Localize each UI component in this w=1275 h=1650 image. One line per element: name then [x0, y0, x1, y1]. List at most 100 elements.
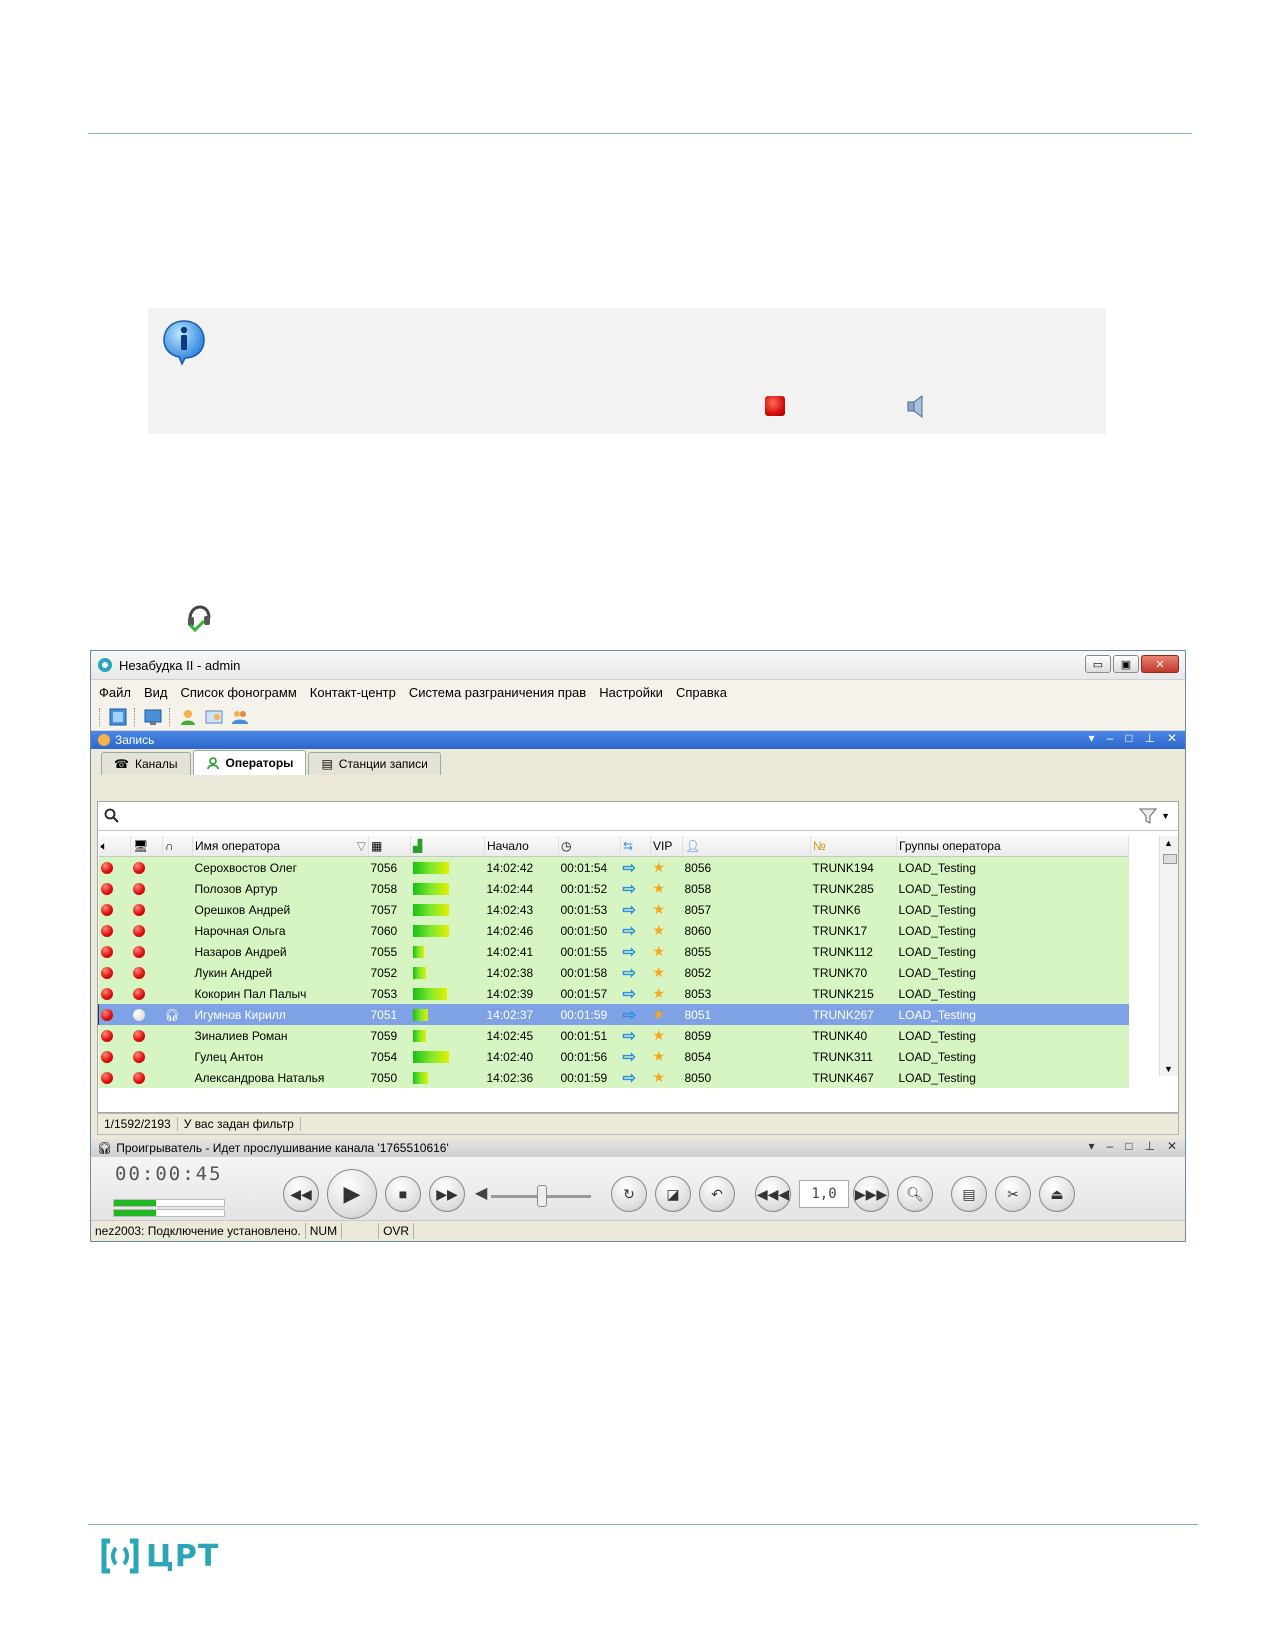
channels-view-icon[interactable]: [108, 707, 128, 727]
table-row[interactable]: Орешков Андрей 7057 14:02:43 00:01:53 ⇨ ★ 8057…: [98, 899, 1129, 920]
dock-float-icon[interactable]: □: [1125, 731, 1132, 745]
scroll-up-icon[interactable]: ▲: [1164, 838, 1173, 848]
fast-forward-button[interactable]: ▶▶: [429, 1176, 465, 1212]
listen-cell[interactable]: [162, 878, 193, 899]
headset-icon[interactable]: 🎧︎: [162, 1004, 193, 1025]
scroll-down-icon[interactable]: ▼: [1164, 1064, 1173, 1074]
player-float-icon[interactable]: □: [1125, 1139, 1132, 1153]
player-menu-icon[interactable]: ▾: [1089, 1139, 1095, 1153]
menu-view[interactable]: Вид: [144, 685, 168, 700]
col-operator-name-header[interactable]: Имя оператора ▽: [192, 836, 369, 857]
volume-slider-knob[interactable]: [537, 1185, 547, 1207]
recording-status-icon[interactable]: [98, 983, 131, 1004]
table-row[interactable]: Полозов Артур 7058 14:02:44 00:01:52 ⇨ ★ 8058 T…: [98, 878, 1129, 899]
col-monitor-header[interactable]: 🖥︎: [130, 836, 163, 857]
recording-status-icon[interactable]: [98, 1004, 131, 1025]
rewind-button[interactable]: ◀◀: [283, 1176, 319, 1212]
faster-button[interactable]: ▶▶▶: [853, 1176, 889, 1212]
recording-status-icon[interactable]: [98, 899, 131, 920]
notes-button[interactable]: ▤: [951, 1176, 987, 1212]
monitor-status-icon[interactable]: [130, 920, 163, 941]
tools-button[interactable]: ✂: [995, 1176, 1031, 1212]
operator-icon[interactable]: [178, 707, 198, 727]
listen-cell[interactable]: [162, 920, 193, 941]
recording-status-icon[interactable]: [98, 962, 131, 983]
listen-cell[interactable]: [162, 983, 193, 1004]
col-sound-header[interactable]: 🔈︎: [98, 836, 131, 857]
menu-contact-center[interactable]: Контакт-центр: [310, 685, 396, 700]
col-listen-header[interactable]: ∩: [162, 836, 193, 857]
table-row[interactable]: Серохвостов Олег 7056 14:02:42 00:01:54 ⇨ ★ 80…: [98, 856, 1129, 878]
table-row[interactable]: Зиналиев Роман 7059 14:02:45 00:01:51 ⇨ ★ 8059…: [98, 1025, 1129, 1046]
table-row[interactable]: Гулец Антон 7054 14:02:40 00:01:56 ⇨ ★ 8054 TRU…: [98, 1046, 1129, 1067]
monitor-status-icon[interactable]: [130, 899, 163, 920]
monitor-view-icon[interactable]: [143, 707, 163, 727]
monitor-status-icon[interactable]: [130, 878, 163, 899]
table-row[interactable]: 🎧︎ Игумнов Кирилл 7051 14:02:37 00:01:59 ⇨ ★ 80…: [98, 1004, 1129, 1025]
listen-cell[interactable]: [162, 899, 193, 920]
monitor-status-icon[interactable]: [130, 1067, 163, 1088]
table-row[interactable]: Александрова Наталья 7050 14:02:36 00:01:59…: [98, 1067, 1129, 1088]
col-number-header[interactable]: 👤︎: [682, 836, 811, 857]
maximize-button[interactable]: ▣: [1113, 655, 1139, 673]
player-close-icon[interactable]: ✕: [1167, 1139, 1177, 1153]
listen-cell[interactable]: [162, 962, 193, 983]
monitor-status-icon[interactable]: [130, 941, 163, 962]
menu-recordings[interactable]: Список фонограмм: [181, 685, 297, 700]
table-row[interactable]: Назаров Андрей 7055 14:02:41 00:01:55 ⇨ ★ 8055…: [98, 941, 1129, 962]
eject-button[interactable]: ⏏: [1039, 1176, 1075, 1212]
monitor-status-icon[interactable]: [130, 983, 163, 1004]
search-input[interactable]: [124, 804, 1178, 828]
play-button[interactable]: ▶: [327, 1169, 377, 1219]
recording-status-icon[interactable]: [98, 920, 131, 941]
player-pin-icon[interactable]: ⊥: [1144, 1139, 1154, 1153]
listen-cell[interactable]: [162, 1025, 193, 1046]
tab-stations[interactable]: ▤ Станции записи: [308, 752, 441, 775]
playback-rate[interactable]: 1,0: [799, 1180, 849, 1208]
menu-file[interactable]: Файл: [99, 685, 131, 700]
listen-cell[interactable]: [162, 1046, 193, 1067]
menu-help[interactable]: Справка: [676, 685, 727, 700]
close-button[interactable]: ✕: [1141, 655, 1179, 673]
table-row[interactable]: Лукин Андрей 7052 14:02:38 00:01:58 ⇨ ★ 8052 TR…: [98, 962, 1129, 983]
filter-button[interactable]: ▼: [1139, 808, 1170, 824]
menu-access-rights[interactable]: Система разграничения прав: [409, 685, 586, 700]
recording-status-icon[interactable]: [98, 1067, 131, 1088]
col-vip-header[interactable]: VIP: [650, 836, 683, 857]
repeat-button[interactable]: ↻: [611, 1176, 647, 1212]
col-duration-header[interactable]: ◷: [558, 836, 621, 857]
monitor-status-icon[interactable]: [130, 962, 163, 983]
monitor-status-icon[interactable]: [130, 856, 163, 878]
dock-close-icon[interactable]: ✕: [1167, 731, 1177, 745]
recording-status-icon[interactable]: [98, 856, 131, 878]
col-direction-header[interactable]: ⇆: [620, 836, 651, 857]
tab-operators[interactable]: Операторы: [192, 750, 307, 775]
dock-menu-icon[interactable]: ▾: [1089, 731, 1095, 745]
operator-card-icon[interactable]: [204, 707, 224, 727]
col-level-header[interactable]: ▟: [410, 836, 485, 857]
zoom-button[interactable]: 🔍︎: [897, 1176, 933, 1212]
player-minimize-icon[interactable]: –: [1107, 1139, 1114, 1153]
segment-button[interactable]: ◪: [655, 1176, 691, 1212]
listen-cell[interactable]: [162, 941, 193, 962]
col-groups-header[interactable]: Группы оператора: [896, 836, 1129, 857]
dock-pin-icon[interactable]: ⊥: [1144, 731, 1154, 745]
recording-status-icon[interactable]: [98, 941, 131, 962]
monitor-status-icon[interactable]: [130, 1004, 163, 1025]
monitor-status-icon[interactable]: [130, 1025, 163, 1046]
table-row[interactable]: Нарочная Ольга 7060 14:02:46 00:01:50 ⇨ ★ 8060…: [98, 920, 1129, 941]
recording-status-icon[interactable]: [98, 1046, 131, 1067]
recording-status-icon[interactable]: [98, 878, 131, 899]
dock-minimize-icon[interactable]: –: [1107, 731, 1114, 745]
col-trunk-header[interactable]: №: [810, 836, 897, 857]
table-row[interactable]: Кокорин Пал Палыч 7053 14:02:39 00:01:57 ⇨ ★ 8…: [98, 983, 1129, 1004]
listen-cell[interactable]: [162, 856, 193, 878]
col-extension-header[interactable]: ▦: [368, 836, 411, 857]
stop-button[interactable]: ■: [385, 1176, 421, 1212]
minimize-button[interactable]: ▭: [1085, 655, 1111, 673]
col-start-header[interactable]: Начало: [484, 836, 559, 857]
listen-cell[interactable]: [162, 1067, 193, 1088]
slower-button[interactable]: ◀◀◀: [755, 1176, 791, 1212]
monitor-status-icon[interactable]: [130, 1046, 163, 1067]
tab-channels[interactable]: ☎ Каналы: [101, 752, 191, 775]
